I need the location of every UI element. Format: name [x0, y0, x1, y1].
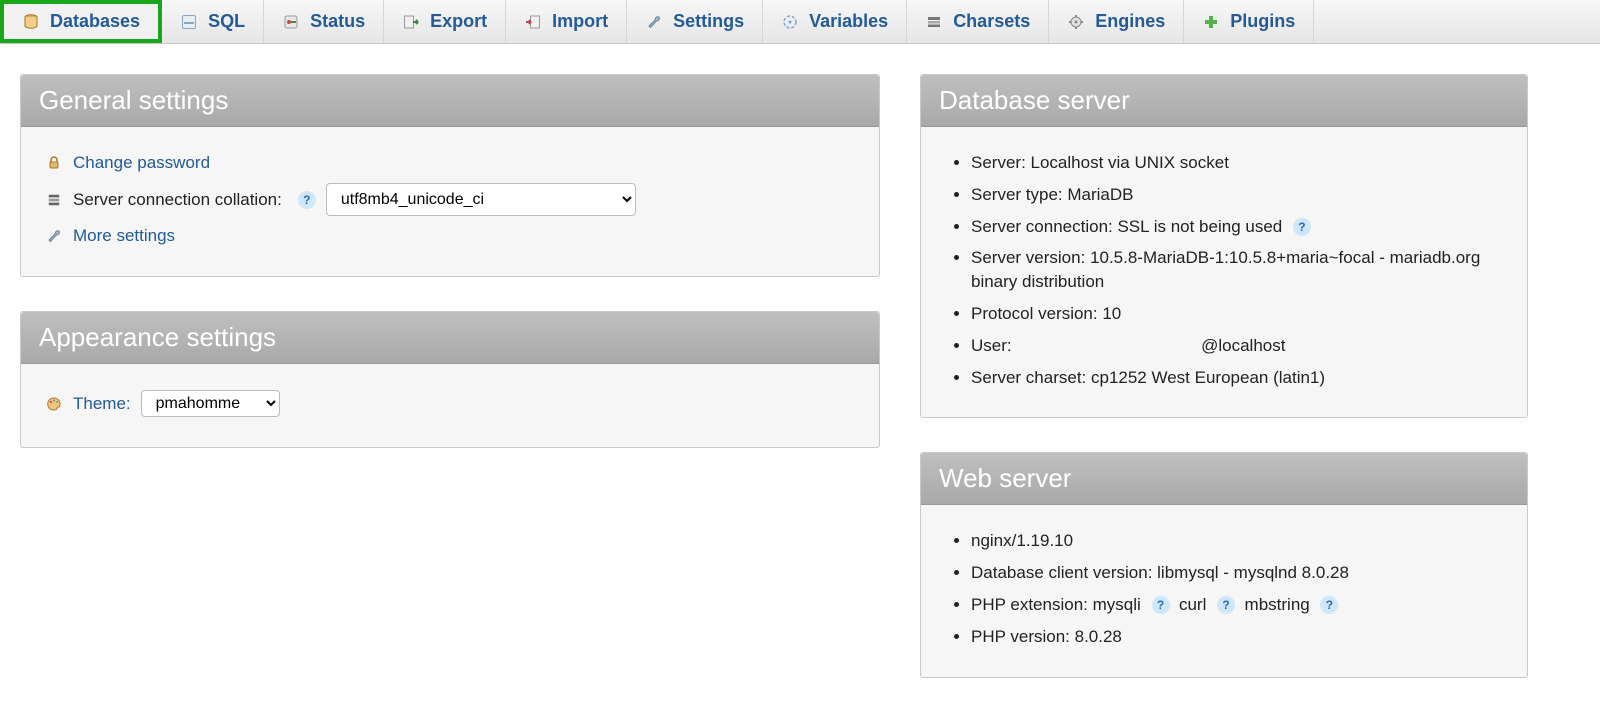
panel-title-appearance: Appearance settings	[21, 312, 879, 364]
list-item: Server type: MariaDB	[971, 183, 1503, 207]
lock-key-icon	[45, 154, 63, 172]
tab-import[interactable]: Import	[506, 0, 627, 43]
list-item: User: @localhost	[971, 334, 1503, 358]
list-item: Server connection: SSL is not being used…	[971, 215, 1503, 239]
left-column: General settings Change password Server …	[20, 74, 880, 678]
row-change-password: Change password	[45, 153, 855, 173]
tab-settings[interactable]: Settings	[627, 0, 763, 43]
plugins-icon	[1202, 13, 1220, 31]
tab-label: Engines	[1095, 11, 1165, 32]
import-icon	[524, 13, 542, 31]
list-item: Server charset: cp1252 West European (la…	[971, 366, 1503, 390]
list-item: Server version: 10.5.8-MariaDB-1:10.5.8+…	[971, 246, 1503, 294]
row-collation: Server connection collation: ? utf8mb4_u…	[45, 183, 855, 216]
top-tabbar: Databases SQL Status Export Import Setti…	[0, 0, 1600, 44]
database-icon	[22, 13, 40, 31]
tab-label: Charsets	[953, 11, 1030, 32]
webserver-info-list: nginx/1.19.10 Database client version: l…	[945, 529, 1503, 648]
link-more-settings[interactable]: More settings	[73, 226, 175, 246]
tab-status[interactable]: Status	[264, 0, 384, 43]
row-theme: Theme: pmahomme	[45, 390, 855, 417]
theme-select[interactable]: pmahomme	[141, 390, 280, 417]
tab-engines[interactable]: Engines	[1049, 0, 1184, 43]
list-item: PHP extension: mysqli ? curl ? mbstring …	[971, 593, 1503, 617]
tab-plugins[interactable]: Plugins	[1184, 0, 1314, 43]
wrench-icon	[645, 13, 663, 31]
tab-label: Variables	[809, 11, 888, 32]
link-change-password[interactable]: Change password	[73, 153, 210, 173]
engines-icon	[1067, 13, 1085, 31]
tab-label: Databases	[50, 11, 140, 32]
help-icon[interactable]: ?	[1152, 596, 1170, 614]
variables-icon	[781, 13, 799, 31]
panel-database-server: Database server Server: Localhost via UN…	[920, 74, 1528, 418]
tab-label: Settings	[673, 11, 744, 32]
tab-databases[interactable]: Databases	[0, 0, 162, 43]
tab-label: Status	[310, 11, 365, 32]
tab-label: SQL	[208, 11, 245, 32]
collation-label: Server connection collation:	[73, 190, 282, 210]
panel-title-dbserver: Database server	[921, 75, 1527, 127]
tab-export[interactable]: Export	[384, 0, 506, 43]
help-icon[interactable]: ?	[298, 191, 316, 209]
wrench-icon	[45, 227, 63, 245]
panel-title-general: General settings	[21, 75, 879, 127]
tab-sql[interactable]: SQL	[162, 0, 264, 43]
tab-label: Import	[552, 11, 608, 32]
panel-title-webserver: Web server	[921, 453, 1527, 505]
list-item: Server: Localhost via UNIX socket	[971, 151, 1503, 175]
list-icon	[45, 191, 63, 209]
panel-web-server: Web server nginx/1.19.10 Database client…	[920, 452, 1528, 677]
export-icon	[402, 13, 420, 31]
list-item: Database client version: libmysql - mysq…	[971, 561, 1503, 585]
right-column: Database server Server: Localhost via UN…	[920, 74, 1528, 678]
main-content: General settings Change password Server …	[0, 44, 1600, 708]
panel-general-settings: General settings Change password Server …	[20, 74, 880, 277]
tab-label: Plugins	[1230, 11, 1295, 32]
theme-label[interactable]: Theme:	[73, 394, 131, 414]
list-item: nginx/1.19.10	[971, 529, 1503, 553]
help-icon[interactable]: ?	[1293, 218, 1311, 236]
sql-icon	[180, 13, 198, 31]
charsets-icon	[925, 13, 943, 31]
tab-label: Export	[430, 11, 487, 32]
list-item: Protocol version: 10	[971, 302, 1503, 326]
help-icon[interactable]: ?	[1320, 596, 1338, 614]
tab-variables[interactable]: Variables	[763, 0, 907, 43]
palette-icon	[45, 395, 63, 413]
row-more-settings: More settings	[45, 226, 855, 246]
collation-select[interactable]: utf8mb4_unicode_ci	[326, 183, 636, 216]
panel-appearance-settings: Appearance settings Theme: pmahomme	[20, 311, 880, 448]
status-icon	[282, 13, 300, 31]
list-item: PHP version: 8.0.28	[971, 625, 1503, 649]
dbserver-info-list: Server: Localhost via UNIX socket Server…	[945, 151, 1503, 389]
tab-charsets[interactable]: Charsets	[907, 0, 1049, 43]
help-icon[interactable]: ?	[1217, 596, 1235, 614]
